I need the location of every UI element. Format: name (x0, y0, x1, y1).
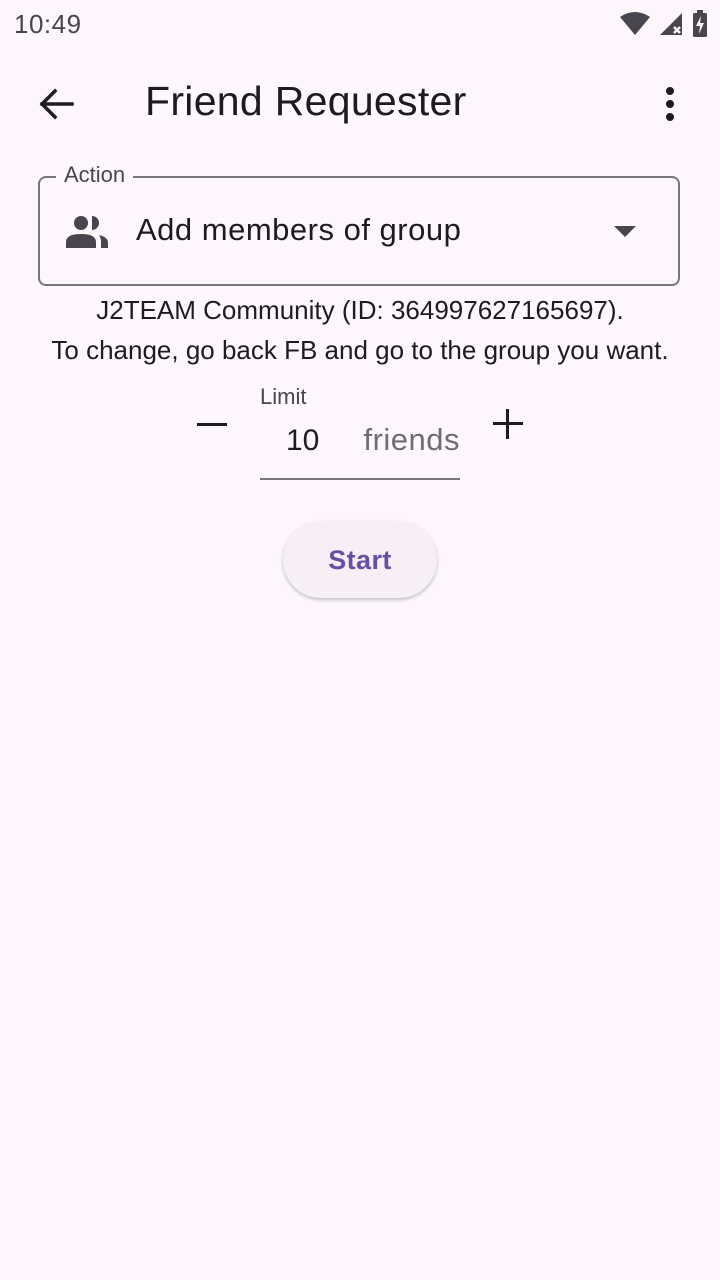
group-info-line-2: To change, go back FB and go to the grou… (51, 335, 669, 365)
limit-label: Limit (260, 384, 307, 409)
battery-charging-icon (693, 10, 707, 37)
group-info-line-1: J2TEAM Community (ID: 364997627165697). (96, 295, 624, 325)
start-button[interactable]: Start (283, 522, 437, 598)
limit-stepper: Limit friends (0, 380, 720, 490)
action-value: Add members of group (136, 212, 462, 247)
wifi-icon (620, 12, 650, 35)
signal-icon (660, 13, 682, 35)
dropdown-arrow-icon (614, 226, 636, 237)
minus-icon (197, 422, 227, 426)
more-options-button[interactable] (646, 80, 694, 128)
group-icon (66, 216, 108, 248)
arrow-back-icon (39, 88, 74, 120)
page-title: Friend Requester (145, 78, 467, 124)
limit-input[interactable] (286, 424, 326, 458)
group-info-text: J2TEAM Community (ID: 364997627165697). … (0, 290, 720, 370)
more-vert-icon (666, 87, 674, 121)
status-icons (620, 10, 708, 38)
decrement-button[interactable] (188, 400, 236, 448)
action-dropdown[interactable]: Action Add members of group (38, 162, 680, 286)
app-bar: Friend Requester (0, 60, 720, 148)
increment-button[interactable] (484, 400, 532, 448)
limit-field: Limit friends (260, 380, 460, 480)
status-time: 10:49 (14, 9, 82, 39)
limit-suffix: friends (363, 422, 460, 457)
action-label: Action (56, 162, 134, 188)
status-bar: 10:49 (0, 0, 720, 48)
back-button[interactable] (28, 80, 84, 128)
